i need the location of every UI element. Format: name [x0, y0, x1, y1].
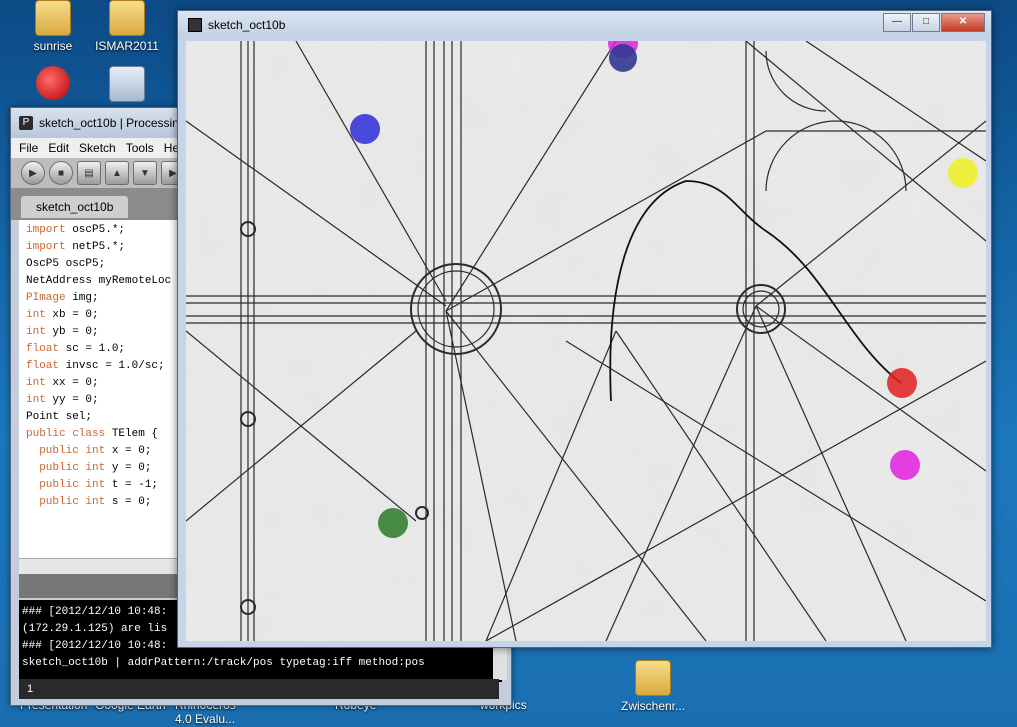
open-button[interactable]: ▲: [105, 161, 129, 185]
tab-sketch-oct10b[interactable]: sketch_oct10b: [21, 196, 129, 218]
desktop-icon-sunrise[interactable]: sunrise: [16, 0, 90, 53]
sketch-title: sketch_oct10b: [208, 18, 286, 32]
code-keyword: float: [26, 343, 60, 355]
folder-icon: [35, 0, 71, 36]
tool-app-icon: [109, 66, 145, 102]
code-keyword: float: [26, 360, 60, 372]
code-keyword: int: [26, 394, 46, 406]
up-arrow-icon: ▲: [112, 167, 122, 179]
maximize-button[interactable]: □: [912, 13, 940, 32]
sketch-titlebar[interactable]: sketch_oct10b: [178, 11, 991, 39]
code-line: int xb = 0;: [26, 309, 99, 321]
drawing-canvas[interactable]: [186, 41, 986, 641]
code-line: int yy = 0;: [26, 394, 99, 406]
marker-blue[interactable]: [350, 114, 380, 144]
code-line: import oscP5.*;: [26, 224, 126, 236]
menu-tools[interactable]: Tools: [126, 141, 154, 155]
code-keyword: import: [26, 224, 66, 236]
new-button[interactable]: ▤: [77, 161, 101, 185]
folder-icon: [635, 660, 671, 696]
code-editor[interactable]: import oscP5.*; import netP5.*; OscP5 oscP…: [19, 220, 186, 560]
play-icon: ▶: [29, 167, 37, 179]
marker-magenta[interactable]: [890, 450, 920, 480]
editor-console-divider[interactable]: [19, 574, 186, 598]
console-line: sketch_oct10b | addrPattern:/track/pos t…: [22, 657, 425, 669]
code-keyword: int: [26, 309, 46, 321]
marker-red[interactable]: [887, 368, 917, 398]
right-arrow-icon: ▶: [169, 167, 177, 179]
ide-status-line: 1: [19, 679, 499, 699]
save-button[interactable]: ▼: [133, 161, 157, 185]
marker-yellow[interactable]: [948, 158, 978, 188]
code-keyword: public int: [39, 462, 106, 474]
processing-logo-icon: P: [19, 116, 33, 130]
menu-sketch[interactable]: Sketch: [79, 141, 116, 155]
menu-file[interactable]: File: [19, 141, 38, 155]
desktop-icon-zwischenr[interactable]: Zwischenr...: [616, 660, 690, 713]
console-scrollbar[interactable]: [493, 648, 507, 680]
code-line: public int y = 0;: [39, 462, 152, 474]
code-keyword: PImage: [26, 292, 66, 304]
code-line: public int s = 0;: [39, 496, 152, 508]
code-line: public int t = -1;: [39, 479, 159, 491]
minimize-button[interactable]: —: [883, 13, 911, 32]
folder-icon: [109, 0, 145, 36]
editor-horizontal-scrollbar[interactable]: [19, 558, 186, 575]
sketch-canvas[interactable]: [186, 41, 986, 641]
down-arrow-icon: ▼: [140, 167, 150, 179]
stop-button[interactable]: ■: [49, 161, 73, 185]
desktop-label-rhino-evalu[interactable]: 4.0 Evalu...: [175, 712, 235, 726]
ide-title: sketch_oct10b | Processing: [39, 116, 186, 130]
stop-icon: ■: [57, 167, 65, 179]
desktop-icon-tool-app[interactable]: [90, 66, 164, 106]
code-keyword: int: [26, 377, 46, 389]
code-line: NetAddress myRemoteLoc: [26, 275, 172, 287]
red-app-icon: [36, 66, 70, 100]
code-keyword: public int: [39, 479, 106, 491]
code-line: import netP5.*;: [26, 241, 126, 253]
code-keyword: public int: [39, 445, 106, 457]
marker-green[interactable]: [378, 508, 408, 538]
close-button[interactable]: ✕: [941, 13, 985, 32]
java-app-icon: [188, 18, 202, 32]
code-line: float invsc = 1.0/sc;: [26, 360, 165, 372]
menu-edit[interactable]: Edit: [48, 141, 69, 155]
code-keyword: import: [26, 241, 66, 253]
desktop-icon-ismar2011[interactable]: ISMAR2011: [90, 0, 164, 53]
code-line: int yb = 0;: [26, 326, 99, 338]
marker-navy[interactable]: [609, 44, 637, 72]
code-line: public int x = 0;: [39, 445, 152, 457]
code-line: float sc = 1.0;: [26, 343, 126, 355]
desktop-icon-red-app[interactable]: [16, 66, 90, 104]
code-line: public class TElem {: [26, 428, 159, 440]
code-keyword: int: [26, 326, 46, 338]
code-line: Point sel;: [26, 411, 93, 423]
new-file-icon: ▤: [84, 167, 94, 179]
run-button[interactable]: ▶: [21, 161, 45, 185]
code-keyword: public int: [39, 496, 106, 508]
code-line: int xx = 0;: [26, 377, 99, 389]
code-line: PImage img;: [26, 292, 99, 304]
code-keyword: public class: [26, 428, 106, 440]
code-line: OscP5 oscP5;: [26, 258, 106, 270]
sketch-window[interactable]: sketch_oct10b — □ ✕: [177, 10, 992, 648]
